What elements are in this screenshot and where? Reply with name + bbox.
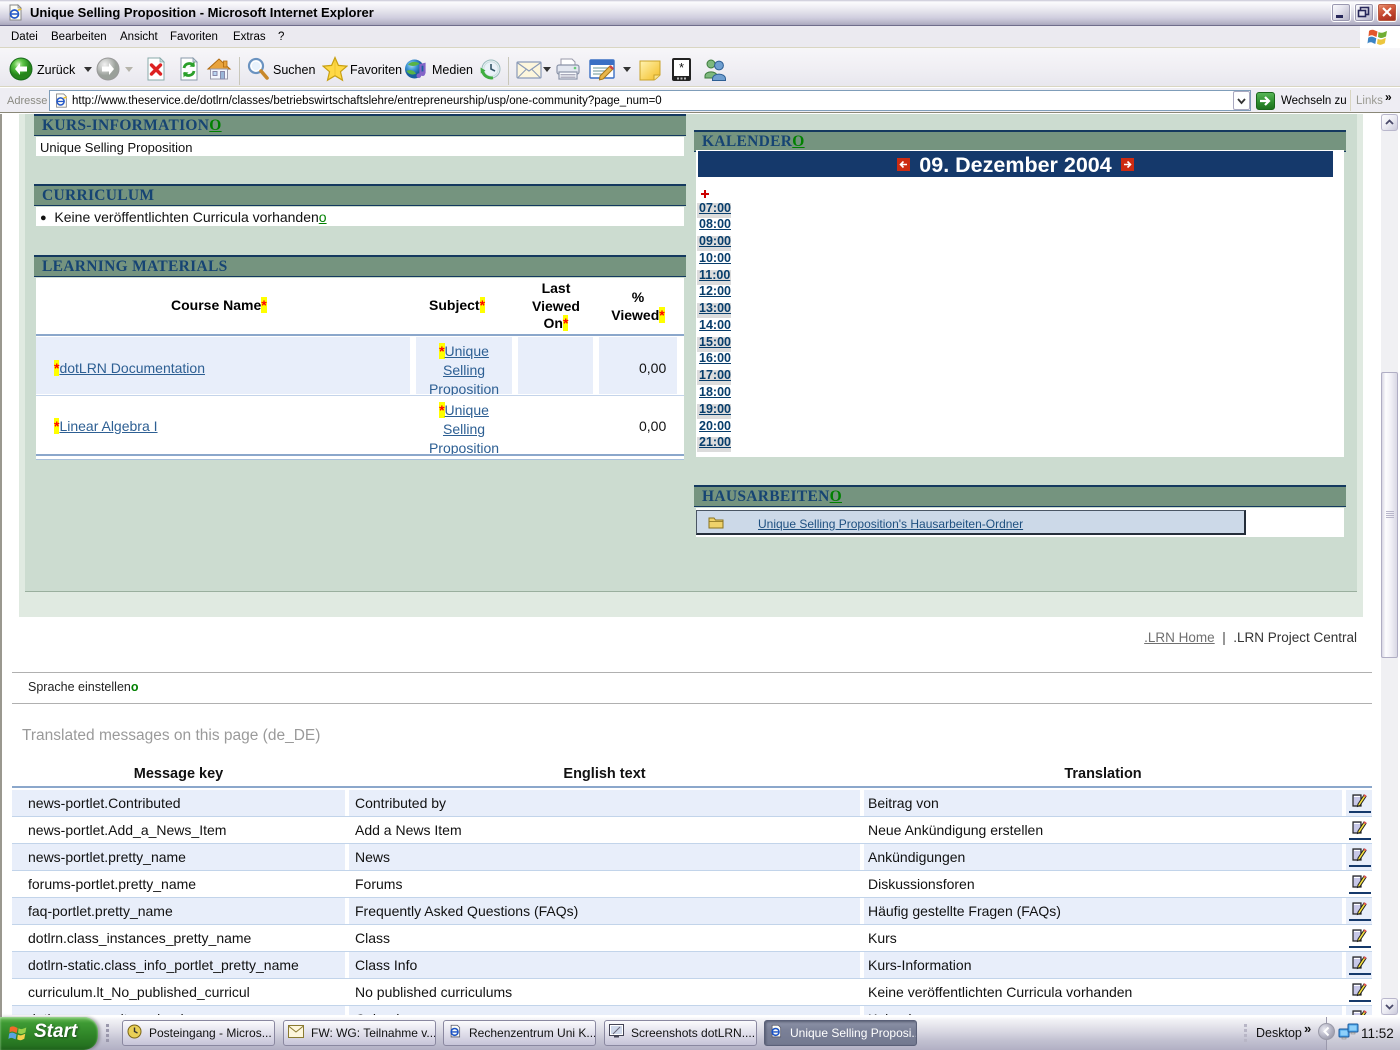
svg-text:*: * [679,60,684,75]
